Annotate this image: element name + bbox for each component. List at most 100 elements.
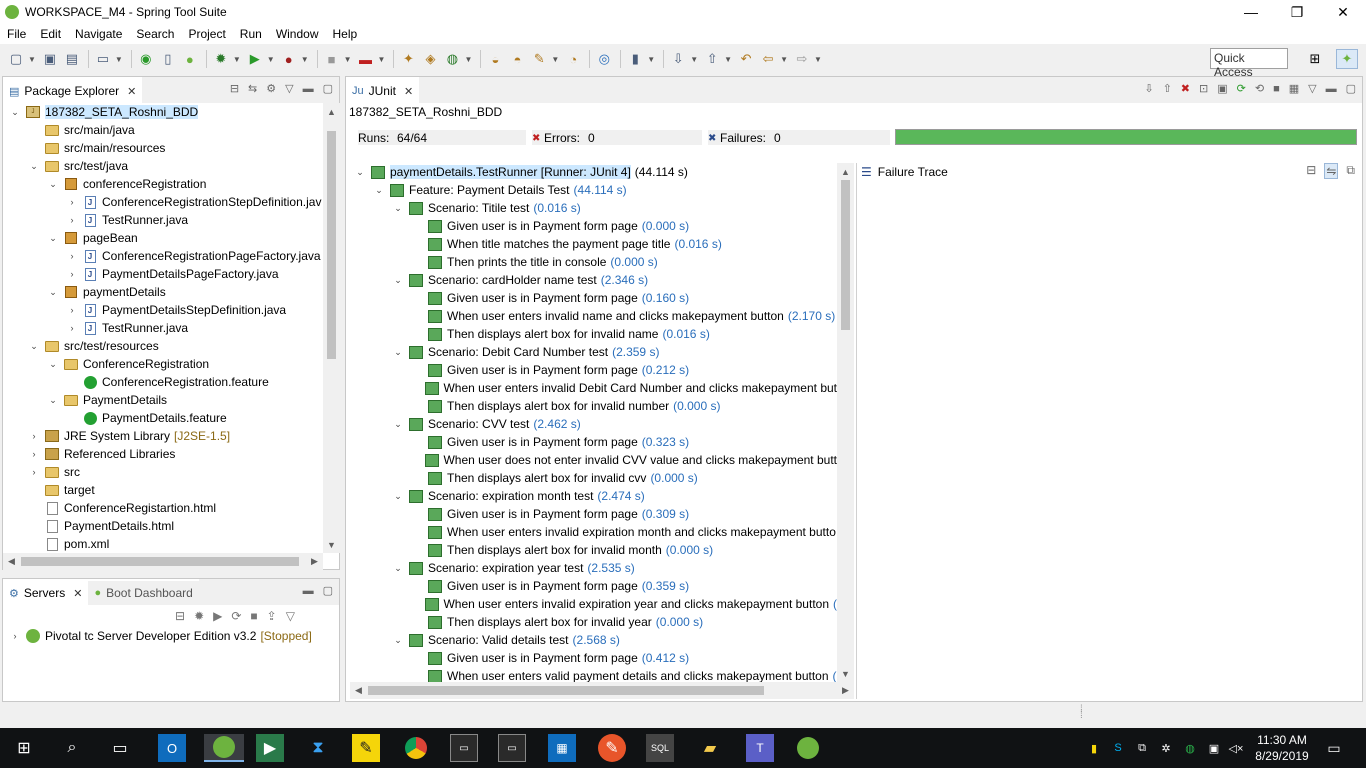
run-icon[interactable]: ▶	[245, 49, 265, 69]
chevron-down-icon[interactable]: ⌄	[9, 107, 21, 118]
test-tree-item[interactable]: Given user is in Payment form page (0.160…	[350, 289, 837, 307]
chevron-down-icon[interactable]: ⌄	[392, 203, 404, 214]
tree-item[interactable]: › J PaymentDetailsPageFactory.java	[9, 265, 322, 283]
profile-server-icon[interactable]: ⟳	[231, 609, 241, 623]
start-icon[interactable]: ⊞	[10, 734, 38, 762]
chevron-down-icon[interactable]: ▼	[301, 55, 309, 64]
test-tree-item[interactable]: ⌄ Scenario: expiration month test (2.474 s…	[350, 487, 837, 505]
chevron-down-icon[interactable]: ⌄	[392, 275, 404, 286]
spring-tool-suite-icon[interactable]	[204, 734, 244, 762]
chevron-right-icon[interactable]: ›	[28, 467, 40, 477]
tree-item[interactable]: › J TestRunner.java	[9, 319, 322, 337]
view-menu-icon[interactable]: ▽	[285, 82, 293, 95]
test-tree-item[interactable]: Given user is in Payment form page (0.212…	[350, 361, 837, 379]
test-tree-item[interactable]: ⌄ Scenario: expiration year test (2.535 s)	[350, 559, 837, 577]
debug-server-icon[interactable]: ✹	[194, 609, 204, 623]
search-icon[interactable]: ✎	[529, 49, 549, 69]
tree-item[interactable]: ⌄ src/test/java	[9, 157, 322, 175]
chevron-right-icon[interactable]: ›	[9, 631, 21, 641]
notification-icon[interactable]: ▭	[1326, 740, 1342, 756]
chevron-right-icon[interactable]: ›	[66, 215, 78, 225]
tab-junit[interactable]: Ju JUnit ✕	[346, 77, 420, 103]
volume-icon[interactable]: ◁×	[1228, 740, 1244, 756]
rerun-failed-icon[interactable]: ⟲	[1255, 82, 1264, 95]
sql-icon[interactable]: SQL	[646, 734, 674, 762]
test-tree-item[interactable]: When user enters valid payment details a…	[350, 667, 837, 682]
tab-boot-dashboard[interactable]: ● Boot Dashboard	[88, 579, 199, 605]
tree-item[interactable]: › JRE System Library [J2SE-1.5]	[9, 427, 322, 445]
server-row[interactable]: › Pivotal tc Server Developer Edition v3…	[9, 627, 312, 645]
test-tree-item[interactable]: ⌄ Feature: Payment Details Test (44.114 s)	[350, 181, 837, 199]
compare-results-icon[interactable]: ⊟	[1306, 163, 1316, 179]
close-button[interactable]: ✕	[1320, 0, 1366, 24]
show-failures-only-icon[interactable]: ✖	[1181, 82, 1190, 95]
chevron-down-icon[interactable]: ⌄	[47, 179, 59, 190]
scroll-right-icon[interactable]: ▶	[837, 682, 854, 699]
tree-item[interactable]: ⌄ PaymentDetails	[9, 391, 322, 409]
chevron-down-icon[interactable]: ▼	[780, 55, 788, 64]
globe-icon[interactable]: ◎	[594, 49, 614, 69]
test-tree-item[interactable]: Then displays alert box for invalid cvv(…	[350, 469, 837, 487]
menu-search[interactable]: Search	[129, 27, 181, 41]
chevron-right-icon[interactable]: ›	[28, 449, 40, 459]
open-type-icon[interactable]: ◒	[485, 49, 505, 69]
restore-button[interactable]: ❐	[1274, 0, 1320, 24]
minimize-icon[interactable]: ▬	[303, 83, 314, 95]
maximize-icon[interactable]: ▢	[323, 82, 333, 95]
chevron-down-icon[interactable]: ⌄	[392, 635, 404, 646]
test-tree-item[interactable]: When user does not enter invalid CVV val…	[350, 451, 837, 469]
chevron-down-icon[interactable]: ⌄	[28, 341, 40, 352]
menu-edit[interactable]: Edit	[33, 27, 68, 41]
menu-navigate[interactable]: Navigate	[68, 27, 129, 41]
chevron-down-icon[interactable]: ▼	[551, 55, 559, 64]
chevron-down-icon[interactable]: ⌄	[28, 161, 40, 172]
new-java-project-icon[interactable]: ✦	[398, 49, 418, 69]
chevron-down-icon[interactable]: ▼	[344, 55, 352, 64]
scroll-left-icon[interactable]: ◀	[350, 682, 367, 699]
taskbar-clock[interactable]: 11:30 AM 8/29/2019	[1252, 732, 1312, 764]
save-all-icon[interactable]: ▤	[62, 49, 82, 69]
prev-annotation-icon[interactable]: ⇧	[702, 49, 722, 69]
test-tree-item[interactable]: When user enters invalid Debit Card Numb…	[350, 379, 837, 397]
collapse-all-icon[interactable]: ⊟	[230, 82, 239, 95]
chevron-down-icon[interactable]: ⌄	[47, 233, 59, 244]
tree-item[interactable]: ⌄ paymentDetails	[9, 283, 322, 301]
horizontal-scrollbar[interactable]: ◀ ▶	[3, 553, 323, 570]
chevron-down-icon[interactable]: ▼	[647, 55, 655, 64]
scrollbar-thumb[interactable]	[368, 686, 764, 695]
close-icon[interactable]: ✕	[73, 587, 82, 600]
rerun-icon[interactable]: ⟳	[1237, 82, 1246, 95]
scroll-down-icon[interactable]: ▼	[323, 536, 340, 553]
chevron-down-icon[interactable]: ⌄	[47, 287, 59, 298]
test-tree-item[interactable]: ⌄ paymentDetails.TestRunner [Runner: JUni…	[350, 163, 837, 181]
tree-item[interactable]: src/main/resources	[9, 139, 322, 157]
junit-tree-hscroll[interactable]: ◀ ▶	[350, 682, 854, 699]
view-menu-icon[interactable]: ▽	[286, 609, 295, 623]
tab-package-explorer[interactable]: ▤ Package Explorer ✕	[3, 77, 143, 103]
settings-icon[interactable]: ✲	[1158, 740, 1174, 756]
scroll-up-icon[interactable]: ▲	[323, 103, 340, 120]
debug-icon[interactable]: ✹	[211, 49, 231, 69]
new-icon[interactable]: ▢	[6, 49, 26, 69]
scroll-lock-icon[interactable]: ⊡	[1199, 82, 1208, 95]
tree-item[interactable]: ⌄ J 187382_SETA_Roshni_BDD	[9, 103, 322, 121]
new-package-icon[interactable]: ◈	[420, 49, 440, 69]
teams-icon[interactable]: T	[746, 734, 774, 762]
test-tree-item[interactable]: ⌄ Scenario: Valid details test (2.568 s)	[350, 631, 837, 649]
tree-item[interactable]: ConferenceRegistration.feature	[9, 373, 322, 391]
chevron-right-icon[interactable]: ›	[28, 431, 40, 441]
chevron-down-icon[interactable]: ▼	[28, 55, 36, 64]
tray-app-icon[interactable]: ▮	[1086, 740, 1102, 756]
spring-icon-2[interactable]	[794, 734, 822, 762]
toggle-mark-icon[interactable]: ▯	[158, 49, 178, 69]
menu-window[interactable]: Window	[269, 27, 326, 41]
maximize-icon[interactable]: ▢	[1346, 82, 1356, 95]
menu-help[interactable]: Help	[326, 27, 365, 41]
scroll-up-icon[interactable]: ▲	[837, 163, 854, 180]
open-task-icon[interactable]: ◓	[507, 49, 527, 69]
next-annotation-icon[interactable]: ⇩	[668, 49, 688, 69]
tree-item[interactable]: ⌄ src/test/resources	[9, 337, 322, 355]
menu-project[interactable]: Project	[181, 27, 232, 41]
new-class-icon[interactable]: ◍	[442, 49, 462, 69]
stop-server-icon[interactable]: ■	[250, 609, 257, 623]
